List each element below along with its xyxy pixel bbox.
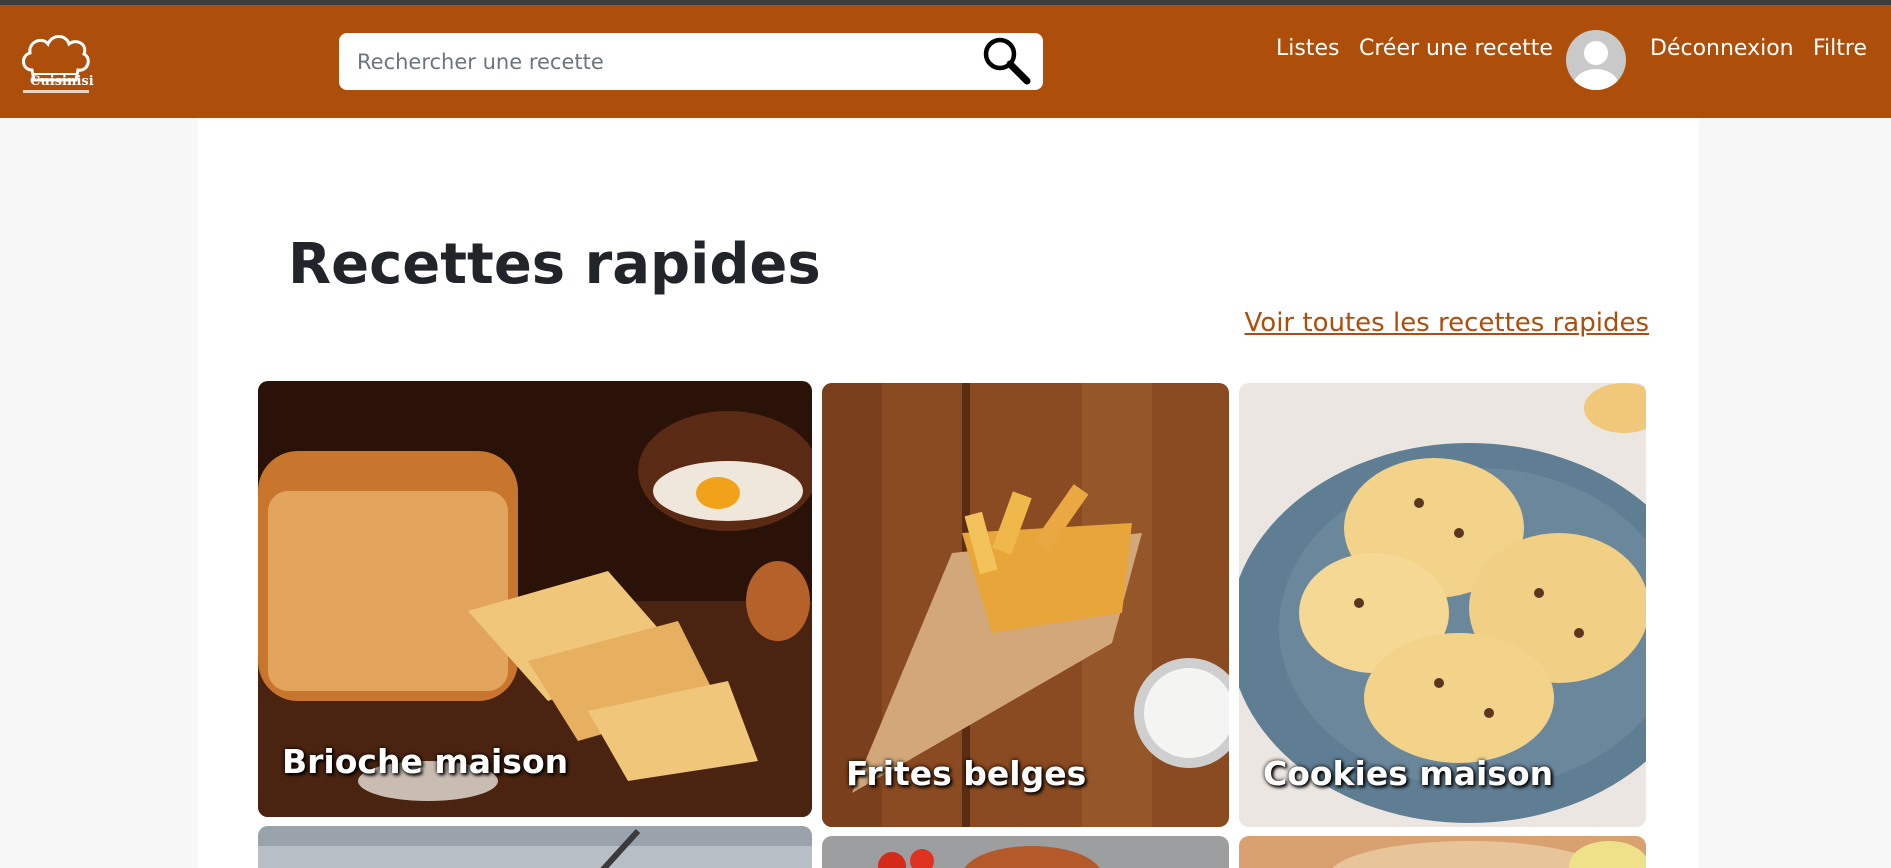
recipe-card-title: Brioche maison: [282, 742, 569, 781]
nav-filter-link[interactable]: Filtre: [1813, 36, 1867, 61]
recipe-card[interactable]: Brioche maison: [258, 381, 812, 817]
nav-create-recipe-link[interactable]: Créer une recette: [1359, 36, 1553, 61]
recipe-card[interactable]: Cookies maison: [1239, 383, 1646, 827]
see-all-quick-recipes-link[interactable]: Voir toutes les recettes rapides: [1245, 308, 1649, 338]
recipe-image: [822, 836, 1229, 868]
logo-text: Cuisinisi: [30, 74, 94, 89]
search-button[interactable]: [979, 34, 1035, 86]
page-title: Recettes rapides: [288, 232, 821, 297]
recipe-card[interactable]: Frites belges: [822, 383, 1229, 827]
recipe-card-title: Frites belges: [846, 754, 1087, 793]
recipe-image: [1239, 836, 1646, 868]
recipe-image: [258, 826, 812, 868]
recipe-card[interactable]: [822, 836, 1229, 868]
nav-logout-link[interactable]: Déconnexion: [1650, 36, 1794, 61]
search-input[interactable]: [357, 43, 977, 80]
avatar[interactable]: [1566, 30, 1626, 90]
nav-lists-link[interactable]: Listes: [1276, 36, 1339, 61]
magnifier-icon: [983, 37, 1031, 85]
search-bar: [339, 33, 1043, 90]
logo-tagline-decoration: [23, 90, 89, 93]
user-icon: [1573, 41, 1619, 90]
recipe-card[interactable]: [258, 826, 812, 868]
recipe-card-title: Cookies maison: [1263, 754, 1554, 793]
recipe-card[interactable]: [1239, 836, 1646, 868]
